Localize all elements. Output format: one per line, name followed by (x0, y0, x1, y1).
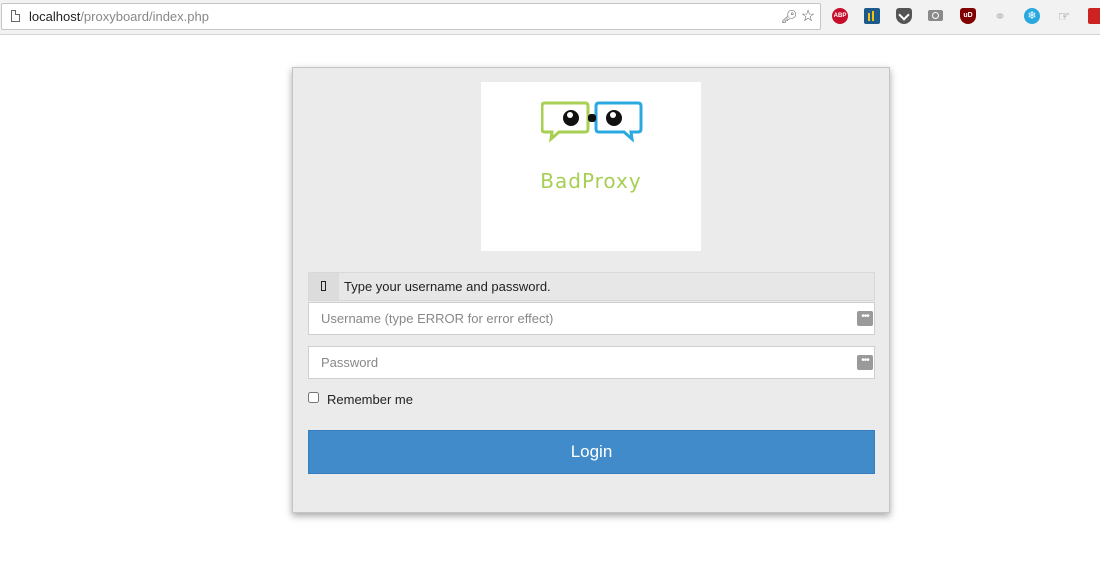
url-text[interactable]: localhost/proxyboard/index.php (29, 9, 209, 25)
password-input[interactable] (309, 347, 849, 378)
remember-me-checkbox[interactable] (308, 392, 319, 403)
url-path: /proxyboard/index.php (80, 9, 209, 24)
screenshot-camera-icon[interactable] (928, 10, 943, 21)
bookmark-star-icon[interactable]: ☆ (800, 8, 816, 26)
snowflake-icon[interactable]: ❄ (1024, 8, 1040, 24)
message-text: Type your username and password. (344, 279, 551, 294)
address-bar[interactable]: localhost/proxyboard/index.php 🔑︎ ☆ (1, 3, 821, 30)
logo-text: BadProxy (540, 169, 642, 193)
logo: BadProxy (481, 82, 701, 251)
url-host: localhost (29, 9, 81, 24)
username-input[interactable] (309, 303, 849, 334)
stats-extension-icon[interactable] (864, 8, 880, 24)
adblock-icon[interactable]: ABP (832, 8, 848, 24)
message-icon (309, 273, 339, 300)
password-field[interactable]: ••• (308, 346, 875, 379)
remember-me-label[interactable]: Remember me (327, 392, 413, 407)
pocket-icon[interactable] (896, 8, 912, 24)
ublock-icon[interactable]: uD (960, 8, 976, 24)
login-panel: BadProxy Type your username and password… (292, 67, 890, 513)
hand-icon[interactable]: ☞ (1056, 8, 1072, 24)
page-icon (11, 10, 20, 22)
login-button[interactable]: Login (308, 430, 875, 474)
key-icon[interactable]: 🔑︎ (781, 9, 798, 25)
username-field[interactable]: ••• (308, 302, 875, 335)
password-manager-icon[interactable]: ••• (857, 355, 873, 370)
badproxy-logo-icon (541, 101, 643, 143)
link-extension-icon[interactable]: ⚭ (992, 8, 1008, 24)
red-extension-icon[interactable] (1088, 8, 1100, 24)
browser-toolbar: localhost/proxyboard/index.php 🔑︎ ☆ ABP … (0, 0, 1100, 35)
password-manager-icon[interactable]: ••• (857, 311, 873, 326)
login-message: Type your username and password. (308, 272, 875, 301)
